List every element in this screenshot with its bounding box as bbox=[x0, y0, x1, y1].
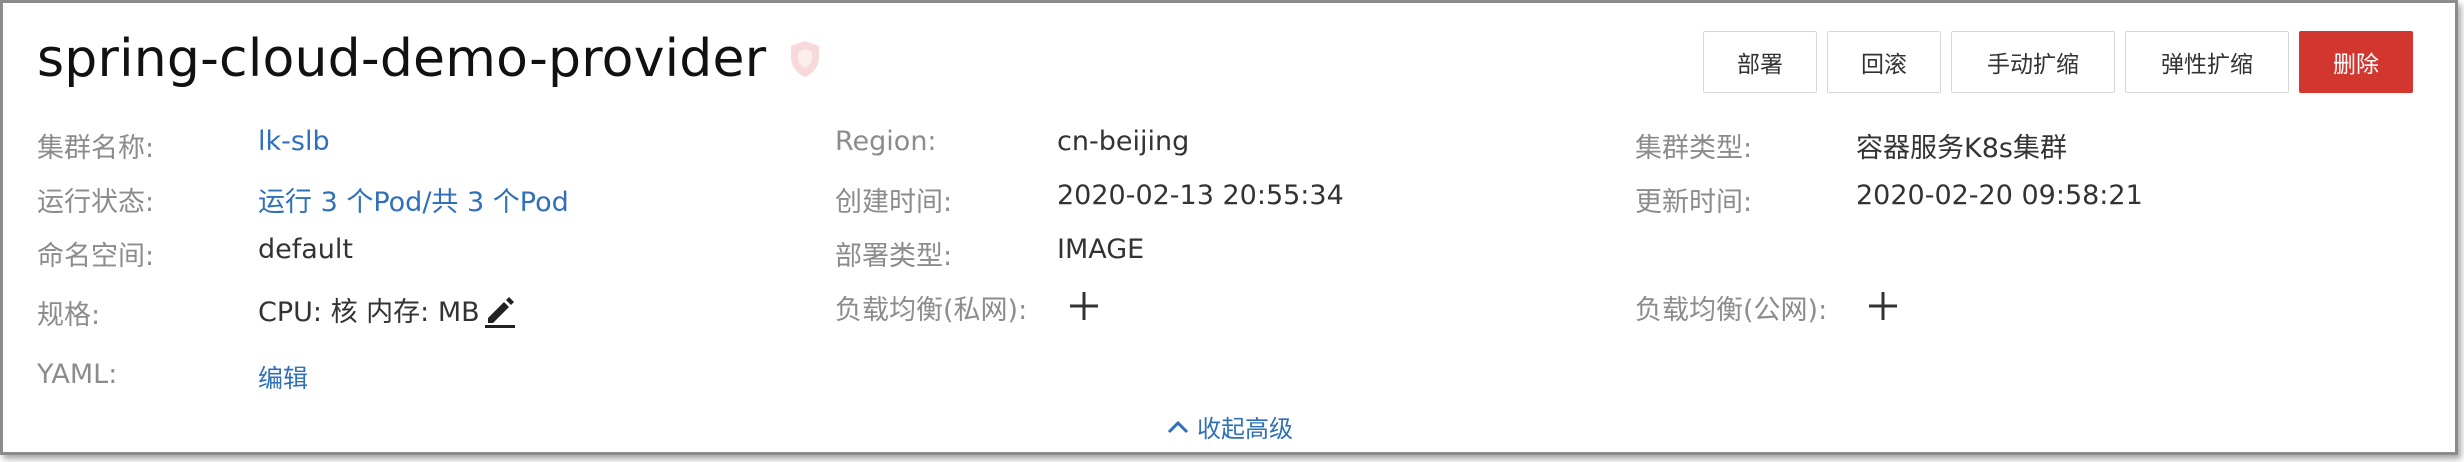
updated-time-label: 更新时间: bbox=[1635, 187, 1753, 218]
elastic-scale-button[interactable]: 弹性扩缩 bbox=[2125, 31, 2289, 93]
spec-row: CPU: 核 内存: MB bbox=[258, 290, 520, 329]
deploy-type-label: 部署类型: bbox=[835, 241, 953, 272]
app-detail-panel: spring-cloud-demo-provider 部署 回滚 手动扩缩 弹性… bbox=[0, 0, 2458, 455]
namespace-value: default bbox=[258, 234, 354, 265]
manual-scale-button[interactable]: 手动扩缩 bbox=[1951, 31, 2115, 93]
spec-value: CPU: 核 内存: MB bbox=[258, 297, 480, 328]
region-value: cn-beijing bbox=[1057, 126, 1190, 157]
spec-label: 规格: bbox=[37, 300, 101, 331]
region-label: Region: bbox=[835, 126, 937, 157]
title-row: spring-cloud-demo-provider bbox=[37, 29, 824, 89]
cluster-type-value: 容器服务K8s集群 bbox=[1856, 133, 2067, 164]
deploy-type-value: IMAGE bbox=[1057, 234, 1145, 265]
namespace-label: 命名空间: bbox=[37, 241, 155, 272]
action-buttons: 部署 回滚 手动扩缩 弹性扩缩 删除 bbox=[1703, 31, 2413, 93]
created-time-value: 2020-02-13 20:55:34 bbox=[1057, 180, 1344, 211]
yaml-label: YAML: bbox=[37, 359, 118, 390]
collapse-advanced-label: 收起高级 bbox=[1197, 415, 1293, 443]
chevron-up-icon bbox=[1167, 417, 1191, 437]
cluster-name-label: 集群名称: bbox=[37, 133, 155, 164]
collapse-advanced-link[interactable]: 收起高级 bbox=[1167, 409, 1293, 444]
delete-button[interactable]: 删除 bbox=[2299, 31, 2413, 93]
rollback-button[interactable]: 回滚 bbox=[1827, 31, 1941, 93]
lb-public-label: 负载均衡(公网): bbox=[1635, 295, 1828, 326]
updated-time-value: 2020-02-20 09:58:21 bbox=[1856, 180, 2143, 211]
shield-icon bbox=[788, 39, 824, 79]
page-title: spring-cloud-demo-provider bbox=[37, 29, 767, 89]
add-private-lb-icon[interactable] bbox=[1067, 289, 1101, 323]
add-public-lb-icon[interactable] bbox=[1866, 289, 1900, 323]
cluster-name-link[interactable]: lk-slb bbox=[258, 126, 330, 157]
deploy-button[interactable]: 部署 bbox=[1703, 31, 1817, 93]
cluster-type-label: 集群类型: bbox=[1635, 133, 1753, 164]
lb-private-label: 负载均衡(私网): bbox=[835, 295, 1028, 326]
created-time-label: 创建时间: bbox=[835, 187, 953, 218]
yaml-edit-link[interactable]: 编辑 bbox=[258, 359, 308, 395]
run-status-label: 运行状态: bbox=[37, 187, 155, 218]
pencil-icon[interactable] bbox=[482, 291, 520, 329]
run-status-link[interactable]: 运行 3 个Pod/共 3 个Pod bbox=[258, 180, 569, 219]
